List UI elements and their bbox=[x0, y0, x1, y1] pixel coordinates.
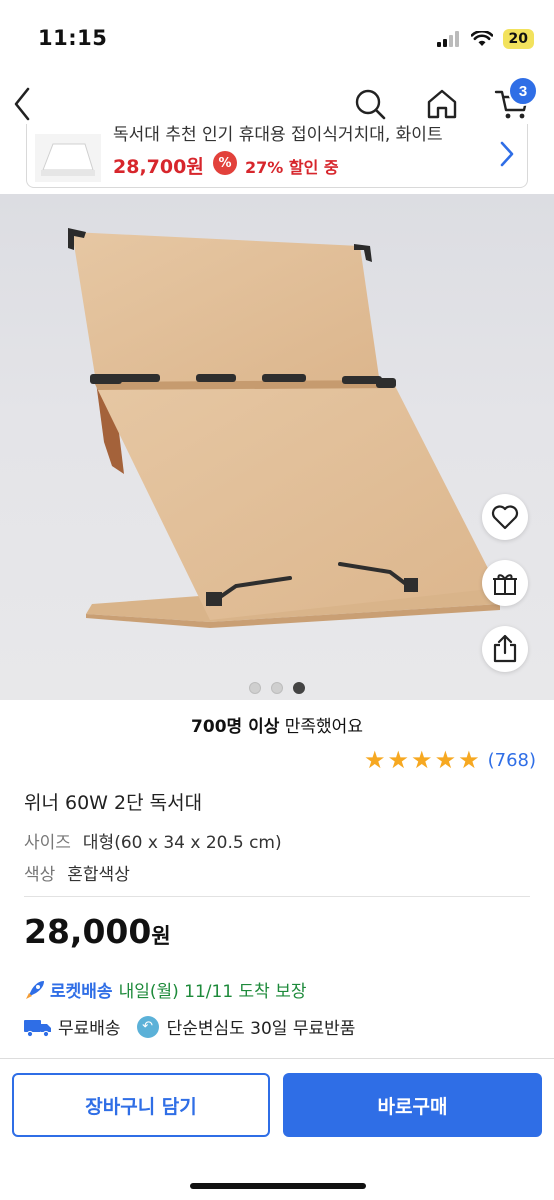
free-shipping: 무료배송 bbox=[58, 1019, 121, 1039]
home-button[interactable] bbox=[420, 82, 464, 126]
share-icon bbox=[493, 634, 517, 663]
truck-icon bbox=[24, 1019, 51, 1037]
option-size: 사이즈 대형(60 x 34 x 20.5 cm) bbox=[24, 828, 282, 853]
rocket-brand: 로켓배송 bbox=[50, 982, 113, 1002]
cart-count-badge: 3 bbox=[508, 76, 538, 106]
rating[interactable]: ★ ★ ★ ★ ★ (768) bbox=[364, 748, 536, 772]
rocket-icon bbox=[26, 980, 44, 999]
price-value: 28,000 bbox=[24, 912, 152, 951]
product-price: 28,000원 bbox=[24, 912, 171, 951]
star-icon: ★ bbox=[458, 746, 480, 774]
search-icon bbox=[355, 89, 386, 120]
star-icon: ★ bbox=[434, 746, 457, 774]
buy-now-button[interactable]: 바로구매 bbox=[283, 1073, 542, 1137]
gift-icon bbox=[493, 574, 517, 595]
back-button[interactable] bbox=[0, 82, 44, 126]
reading-stand-illustration bbox=[68, 228, 500, 628]
promo-thumbnail bbox=[35, 134, 101, 182]
star-icon: ★ bbox=[411, 746, 433, 774]
chevron-right-icon bbox=[500, 141, 514, 167]
option-color: 색상 혼합색상 bbox=[24, 860, 130, 885]
wishlist-button[interactable] bbox=[482, 494, 528, 540]
cart-button[interactable]: 3 bbox=[490, 76, 538, 126]
option-label: 색상 bbox=[24, 865, 56, 885]
status-time: 11:15 bbox=[38, 26, 108, 50]
wifi-icon bbox=[470, 31, 493, 46]
promo-title: 독서대 추천 인기 휴대용 접이식거치대, 화이트 bbox=[113, 125, 443, 145]
signal-icon bbox=[436, 31, 459, 47]
satisfaction-summary: 700명 이상 만족했어요 bbox=[0, 712, 554, 737]
star-icon: ★ bbox=[364, 746, 386, 774]
promo-discount: 27% 할인 중 bbox=[245, 158, 339, 177]
gallery-dot-active[interactable] bbox=[293, 682, 305, 694]
status-icons: 20 bbox=[436, 28, 534, 50]
home-icon bbox=[427, 89, 457, 119]
product-title: 위너 60W 2단 독서대 bbox=[24, 792, 203, 814]
gallery-dot[interactable] bbox=[271, 682, 283, 694]
status-bar: 11:15 20 bbox=[0, 0, 554, 72]
option-value: 대형(60 x 34 x 20.5 cm) bbox=[82, 833, 282, 853]
rocket-delivery: 로켓배송 내일(월) 11/11 도착 보장 bbox=[24, 977, 307, 1002]
product-image[interactable] bbox=[0, 194, 554, 700]
bottom-action-bar: 장바구니 담기 바로구매 bbox=[0, 1058, 554, 1200]
home-indicator bbox=[190, 1183, 366, 1189]
satisfaction-count: 700명 이상 bbox=[191, 717, 280, 737]
gallery-dot[interactable] bbox=[249, 682, 261, 694]
shipping-benefits: 무료배송 ↶ 단순변심도 30일 무료반품 bbox=[24, 1014, 355, 1039]
review-count-link[interactable]: (768) bbox=[488, 750, 536, 771]
rocket-arrival: 내일(월) 11/11 도착 보장 bbox=[118, 982, 307, 1002]
promo-price: 28,700원 bbox=[113, 156, 204, 178]
free-return: 단순변심도 30일 무료반품 bbox=[166, 1019, 356, 1039]
return-icon: ↶ bbox=[136, 1015, 159, 1038]
promo-banner[interactable]: 독서대 추천 인기 휴대용 접이식거치대, 화이트 28,700원 % 27% … bbox=[26, 124, 528, 188]
star-icon: ★ bbox=[387, 746, 410, 774]
add-to-cart-button[interactable]: 장바구니 담기 bbox=[12, 1073, 270, 1137]
option-value: 혼합색상 bbox=[67, 865, 130, 885]
share-button[interactable] bbox=[482, 626, 528, 672]
satisfaction-text: 만족했어요 bbox=[279, 717, 363, 737]
price-unit: 원 bbox=[151, 924, 171, 948]
heart-icon bbox=[491, 505, 519, 530]
gift-button[interactable] bbox=[482, 560, 528, 606]
chevron-left-icon bbox=[14, 87, 30, 121]
divider bbox=[24, 896, 530, 897]
gallery-pagination bbox=[0, 682, 554, 694]
discount-icon: % bbox=[213, 151, 237, 175]
search-button[interactable] bbox=[348, 82, 392, 126]
battery-indicator: 20 bbox=[502, 29, 534, 49]
option-label: 사이즈 bbox=[24, 833, 71, 853]
